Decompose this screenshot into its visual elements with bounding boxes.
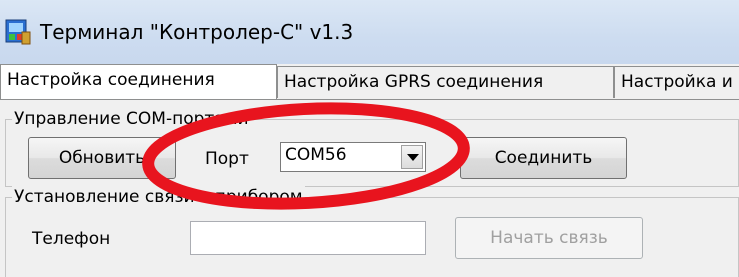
title-bar: Терминал "Контролер-С" v1.3 (0, 0, 739, 64)
chevron-down-icon[interactable] (401, 145, 423, 169)
tab-more-settings[interactable]: Настройка и (614, 66, 739, 98)
refresh-button[interactable]: Обновить (28, 137, 176, 179)
port-select-value: COM56 (285, 145, 347, 165)
tab-connection-settings[interactable]: Настройка соединения (0, 64, 277, 100)
terminal-app-icon (5, 19, 31, 45)
window-title: Терминал "Контролер-С" v1.3 (40, 20, 354, 44)
phone-label: Телефон (32, 229, 111, 249)
link-group-legend: Установление связи с прибором (12, 186, 305, 208)
start-link-button[interactable]: Начать связь (455, 217, 643, 259)
com-port-group-legend: Управление СОМ-портами (12, 108, 251, 130)
phone-input[interactable] (190, 221, 426, 255)
tab-gprs-settings[interactable]: Настройка GPRS соединения (277, 66, 614, 98)
port-select[interactable]: COM56 (280, 142, 426, 172)
tab-bar: Настройка соединения Настройка GPRS соед… (0, 64, 739, 100)
tab-panel: Управление СОМ-портами Обновить Порт COM… (0, 99, 739, 277)
connect-button[interactable]: Соединить (460, 137, 627, 179)
port-label: Порт (205, 149, 249, 169)
